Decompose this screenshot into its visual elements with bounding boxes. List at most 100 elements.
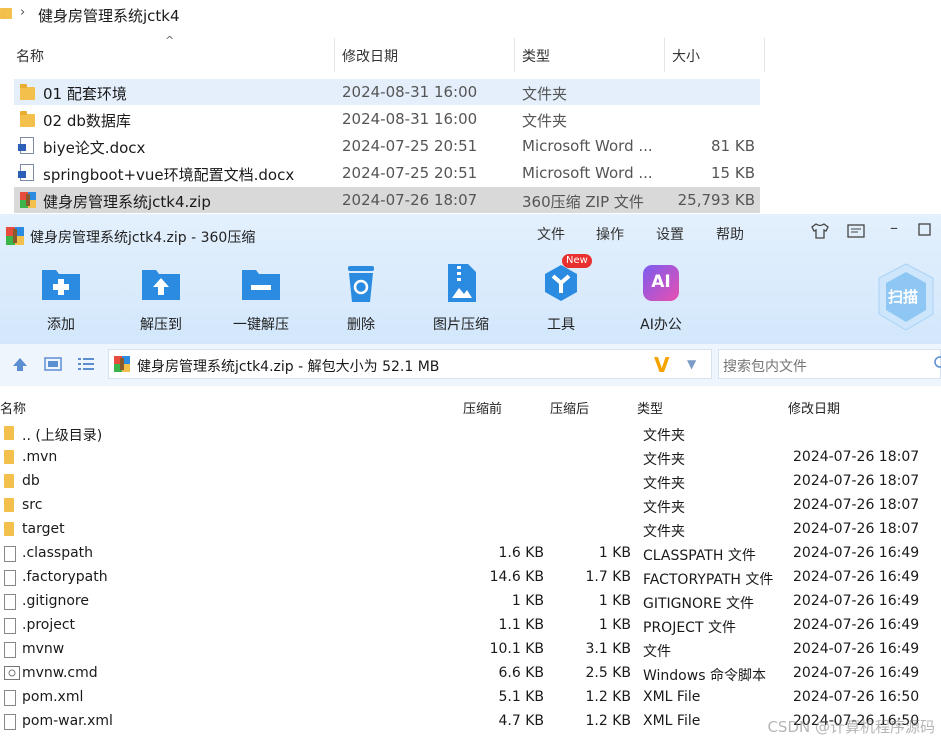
toolbar-button-add-folder[interactable]: 添加	[21, 262, 101, 334]
column-type[interactable]: 类型	[637, 398, 663, 417]
column-divider[interactable]	[764, 38, 765, 72]
vip-v-icon[interactable]: V	[654, 353, 669, 377]
maximize-icon[interactable]	[918, 222, 932, 241]
word-doc-icon	[18, 137, 34, 154]
file-type: FACTORYPATH 文件	[643, 572, 774, 588]
column-type[interactable]: 类型	[522, 46, 550, 66]
column-divider[interactable]	[664, 38, 665, 72]
compressed-size: 1.7 KB	[585, 569, 632, 585]
scan-button[interactable]: 扫描	[875, 262, 937, 332]
word-doc-icon	[18, 164, 34, 181]
explorer-row[interactable]: 01 配套环境 2024-08-31 16:00 文件夹	[14, 79, 760, 105]
toolbar-label: 图片压缩	[433, 317, 489, 333]
thumbnail-view-icon[interactable]	[44, 356, 62, 376]
search-icon[interactable]	[932, 355, 941, 375]
toolbar-button-ai-office[interactable]: AI AI办公	[621, 262, 701, 334]
archive-row[interactable]: .mvn 文件夹 2024-07-26 18:07	[0, 446, 941, 470]
explorer-row[interactable]: 健身房管理系统jctk4.zip 2024-07-26 18:07 360压缩 ZI…	[14, 187, 760, 213]
original-size: 1.1 KB	[498, 617, 545, 633]
archive-row[interactable]: mvnw 10.1 KB 3.1 KB 文件 2024-07-26 16:49	[0, 638, 941, 662]
file-modified: 2024-07-26 16:49	[793, 545, 920, 561]
archive-row[interactable]: mvnw.cmd 6.6 KB 2.5 KB Windows 命令脚本 2024-07-…	[0, 662, 941, 686]
file-modified: 2024-07-26 16:49	[793, 641, 920, 657]
compressed-size: 1 KB	[598, 593, 631, 609]
breadcrumb-current[interactable]: 健身房管理系统jctk4	[38, 5, 180, 26]
zip-archive-icon	[20, 192, 36, 212]
skin-shirt-icon[interactable]	[810, 222, 830, 244]
dropdown-arrow-icon[interactable]: ▼	[687, 357, 696, 371]
toolbar-button-recycle-delete[interactable]: 删除	[321, 262, 401, 334]
toolbar-button-image-compress[interactable]: 图片压缩	[421, 262, 501, 334]
column-divider[interactable]	[514, 38, 515, 72]
file-icon	[4, 570, 16, 586]
archive-row[interactable]: src 文件夹 2024-07-26 18:07	[0, 494, 941, 518]
file-icon	[4, 594, 16, 610]
archive-row[interactable]: .. (上级目录) 文件夹	[0, 422, 941, 446]
archive-row[interactable]: .gitignore 1 KB 1 KB GITIGNORE 文件 2024-07-26…	[0, 590, 941, 614]
up-level-icon[interactable]	[11, 356, 29, 376]
explorer-row[interactable]: biye论文.docx 2024-07-25 20:51 Microsoft Wor…	[14, 133, 760, 159]
file-modified: 2024-07-25 20:51	[342, 137, 478, 155]
toolbar-button-extract-to[interactable]: 解压到	[121, 262, 201, 334]
explorer-row[interactable]: springboot+vue环境配置文档.docx 2024-07-25 20:5…	[14, 160, 760, 186]
file-name: .classpath	[22, 545, 94, 561]
column-modified[interactable]: 修改日期	[342, 46, 398, 66]
zip-app-icon	[6, 227, 24, 245]
menu-operate[interactable]: 操作	[596, 224, 624, 244]
menu-settings[interactable]: 设置	[656, 224, 684, 244]
archive-row[interactable]: .project 1.1 KB 1 KB PROJECT 文件 2024-07-26 1…	[0, 614, 941, 638]
toolbar-button-one-click-extract[interactable]: 一键解压	[221, 262, 301, 334]
column-size[interactable]: 大小	[672, 46, 700, 66]
menu-file[interactable]: 文件	[537, 224, 565, 244]
title-toolbar-area: 健身房管理系统jctk4.zip - 360压缩 文件 操作 设置 帮助 – 添…	[0, 214, 941, 344]
minimize-icon[interactable]: –	[890, 218, 898, 237]
column-modified[interactable]: 修改日期	[788, 398, 840, 417]
file-modified: 2024-07-26 16:50	[793, 689, 920, 705]
column-compressed-size[interactable]: 压缩后	[550, 398, 589, 417]
toolbar-button-tools[interactable]: New 工具	[521, 254, 601, 334]
toolbar-label: 解压到	[140, 317, 182, 333]
archive-path-field[interactable]: 健身房管理系统jctk4.zip - 解包大小为 52.1 MB V ▼	[108, 349, 712, 379]
list-view-icon[interactable]	[77, 356, 95, 376]
file-type: 文件	[643, 644, 671, 660]
file-name: .gitignore	[22, 593, 89, 609]
search-input[interactable]	[718, 349, 941, 379]
original-size: 10.1 KB	[489, 641, 544, 657]
archive-column-header: 名称 压缩前 压缩后 类型 修改日期	[0, 398, 941, 420]
file-type: 文件夹	[643, 524, 685, 540]
archive-row[interactable]: .classpath 1.6 KB 1 KB CLASSPATH 文件 2024-07-…	[0, 542, 941, 566]
column-name[interactable]: 名称	[0, 398, 26, 417]
file-type: 文件夹	[522, 85, 568, 103]
file-icon	[4, 714, 16, 730]
menu-help[interactable]: 帮助	[716, 224, 744, 244]
explorer-row[interactable]: 02 db数据库 2024-08-31 16:00 文件夹	[14, 106, 760, 132]
file-type: 360压缩 ZIP 文件	[522, 193, 644, 211]
column-name[interactable]: 名称	[16, 46, 44, 66]
archive-row[interactable]: pom.xml 5.1 KB 1.2 KB XML File 2024-07-26 16…	[0, 686, 941, 710]
file-modified: 2024-07-26 18:07	[793, 449, 920, 465]
chevron-right-icon[interactable]: ›	[20, 5, 25, 20]
file-name: pom-war.xml	[22, 713, 113, 729]
file-type: Microsoft Word ...	[522, 137, 653, 155]
file-icon	[4, 642, 16, 658]
folder-icon	[0, 8, 12, 19]
zip-window: 健身房管理系统jctk4.zip - 360压缩 文件 操作 设置 帮助 – 添…	[0, 214, 941, 741]
archive-row[interactable]: .factorypath 14.6 KB 1.7 KB FACTORYPATH 文件 2…	[0, 566, 941, 590]
file-size: 25,793 KB	[677, 191, 755, 209]
file-modified: 2024-07-26 18:07	[793, 521, 920, 537]
file-type: 文件夹	[643, 500, 685, 516]
archive-row[interactable]: db 文件夹 2024-07-26 18:07	[0, 470, 941, 494]
compressed-size: 1.2 KB	[585, 689, 632, 705]
file-type: 文件夹	[643, 476, 685, 492]
file-modified: 2024-07-25 20:51	[342, 164, 478, 182]
folder-icon	[20, 111, 35, 127]
column-original-size[interactable]: 压缩前	[463, 398, 502, 417]
breadcrumb[interactable]: › 健身房管理系统jctk4	[0, 0, 941, 30]
column-divider[interactable]	[334, 38, 335, 72]
file-type: PROJECT 文件	[643, 620, 736, 636]
archive-row[interactable]: target 文件夹 2024-07-26 18:07	[0, 518, 941, 542]
compressed-size: 1 KB	[598, 617, 631, 633]
folder-icon	[20, 84, 35, 100]
feedback-icon[interactable]	[846, 222, 866, 244]
file-name: .project	[22, 617, 76, 633]
